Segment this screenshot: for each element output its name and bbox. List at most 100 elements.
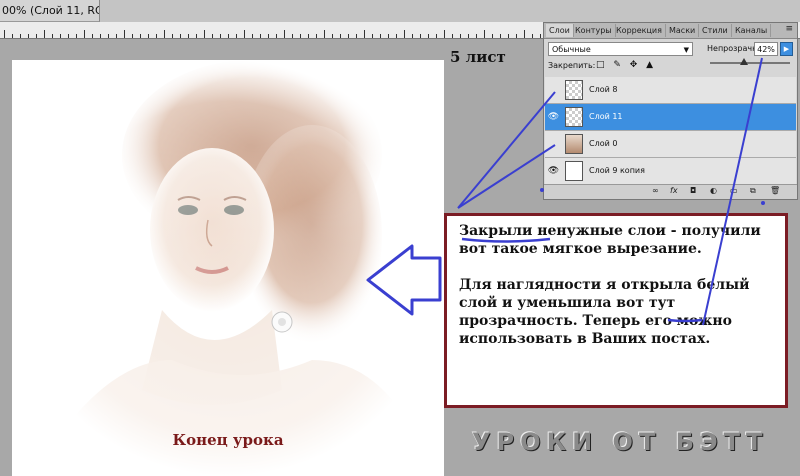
new-layer-icon[interactable]: ⧉ — [750, 186, 756, 196]
ruler-tick — [324, 30, 325, 38]
ruler-tick — [28, 34, 29, 38]
ruler-tick — [140, 34, 141, 38]
ruler-tick — [212, 34, 213, 38]
ruler-tick — [172, 34, 173, 38]
ruler-tick — [196, 34, 197, 38]
ruler-tick — [164, 30, 165, 38]
layer-thumbnail — [565, 161, 583, 181]
annotation-dot — [761, 201, 765, 205]
note-paragraph-1: Закрыли ненужные слои - получили вот так… — [459, 223, 761, 257]
ruler-tick — [316, 34, 317, 38]
document-tab[interactable]: 00% (Слой 11, RGB/8) * — [0, 0, 100, 22]
ruler-tick — [516, 34, 517, 38]
fx-icon[interactable]: fx — [670, 186, 678, 195]
lesson-end-caption: Конец урока — [172, 431, 284, 449]
ruler-tick — [492, 34, 493, 38]
opacity-slider-toggle[interactable]: ▶ — [780, 42, 793, 56]
layer-thumbnail — [565, 107, 583, 127]
ruler-tick — [52, 34, 53, 38]
panel-menu-icon[interactable]: ≡ — [785, 24, 793, 34]
ruler-tick — [524, 30, 525, 38]
ruler-tick — [20, 34, 21, 38]
visibility-toggle-icon[interactable] — [547, 138, 560, 151]
layer-list: Слой 8 👁 Слой 11 Слой 0 👁 Слой 9 копия — [545, 77, 796, 187]
tab-bar — [100, 0, 800, 23]
ruler-tick — [44, 30, 45, 38]
ruler-tick — [108, 34, 109, 38]
ruler-tick — [132, 34, 133, 38]
layer-name: Слой 8 — [589, 85, 618, 94]
ruler-tick — [284, 30, 285, 38]
ruler-tick — [220, 34, 221, 38]
layer-name: Слой 0 — [589, 139, 618, 148]
ruler-tick — [228, 34, 229, 38]
ruler-tick — [380, 34, 381, 38]
visibility-toggle-icon[interactable] — [547, 84, 560, 97]
layer-row[interactable]: 👁 Слой 11 — [545, 104, 796, 131]
link-icon[interactable]: ∞ — [652, 186, 659, 195]
ruler-tick — [452, 34, 453, 38]
annotation-note: Закрыли ненужные слои - получили вот так… — [444, 213, 788, 408]
document-canvas[interactable]: Конец урока — [12, 60, 444, 476]
layer-row[interactable]: Слой 0 — [545, 131, 796, 158]
note-paragraph-2: Для наглядности я открыла белый слой и у… — [459, 277, 750, 347]
pointer-line — [457, 91, 556, 209]
ruler-tick — [444, 30, 445, 38]
layer-row[interactable]: Слой 8 — [545, 77, 796, 104]
lock-options-icon[interactable]: □ ✎ ✥ ▲ — [596, 60, 656, 70]
ruler-tick — [436, 34, 437, 38]
ruler-tick — [84, 30, 85, 38]
ruler-tick — [532, 34, 533, 38]
tab-masks[interactable]: Маски — [666, 24, 700, 37]
ruler-tick — [180, 34, 181, 38]
ruler-tick — [412, 34, 413, 38]
ruler-tick — [300, 34, 301, 38]
ruler-tick — [276, 34, 277, 38]
layers-panel: Слои Контуры Коррекция Маски Стили Канал… — [543, 22, 798, 200]
ruler-tick — [236, 34, 237, 38]
ruler-tick — [116, 34, 117, 38]
adjustment-icon[interactable]: ◐ — [710, 186, 717, 195]
tab-channels[interactable]: Каналы — [732, 24, 772, 37]
author-watermark: УРОКИ ОТ БЭТТ — [472, 428, 769, 456]
tab-adjustments[interactable]: Коррекция — [613, 24, 666, 37]
trash-icon[interactable]: 🗑 — [770, 186, 780, 195]
tab-paths[interactable]: Контуры — [572, 24, 616, 37]
eye-icon[interactable]: 👁 — [547, 111, 560, 124]
ruler-tick — [348, 34, 349, 38]
tab-styles[interactable]: Стили — [699, 24, 732, 37]
ruler-tick — [188, 34, 189, 38]
ruler-tick — [468, 34, 469, 38]
opacity-slider[interactable] — [710, 58, 790, 65]
tab-layers[interactable]: Слои — [546, 24, 574, 37]
panel-tab-bar: Слои Контуры Коррекция Маски Стили Канал… — [544, 23, 797, 39]
ruler-tick — [420, 34, 421, 38]
ruler-tick — [308, 34, 309, 38]
blend-mode-select[interactable]: Обычные ▼ — [548, 42, 693, 56]
lock-label: Закрепить: — [548, 61, 596, 70]
folder-icon[interactable]: ▭ — [730, 186, 738, 195]
ruler-tick — [204, 30, 205, 38]
layer-thumbnail — [565, 80, 583, 100]
ruler-tick — [340, 34, 341, 38]
ruler-tick — [356, 34, 357, 38]
layer-name: Слой 11 — [589, 112, 623, 121]
opacity-input[interactable]: 42% — [754, 42, 778, 56]
layer-thumbnail — [565, 134, 583, 154]
ruler-tick — [124, 30, 125, 38]
ruler-tick — [36, 34, 37, 38]
ruler-tick — [508, 34, 509, 38]
ruler-tick — [76, 34, 77, 38]
ruler-tick — [268, 34, 269, 38]
mask-icon[interactable]: ◘ — [690, 186, 696, 195]
panel-footer: ∞ fx ◘ ◐ ▭ ⧉ 🗑 — [544, 184, 797, 199]
layer-name: Слой 9 копия — [589, 166, 645, 175]
ruler-tick — [148, 34, 149, 38]
ruler-tick — [260, 34, 261, 38]
opacity-slider-handle[interactable] — [739, 58, 748, 65]
eye-icon[interactable]: 👁 — [547, 165, 560, 178]
ruler-tick — [244, 30, 245, 38]
ruler-tick — [396, 34, 397, 38]
ruler-tick — [372, 34, 373, 38]
layer-row[interactable]: 👁 Слой 9 копия — [545, 158, 796, 185]
